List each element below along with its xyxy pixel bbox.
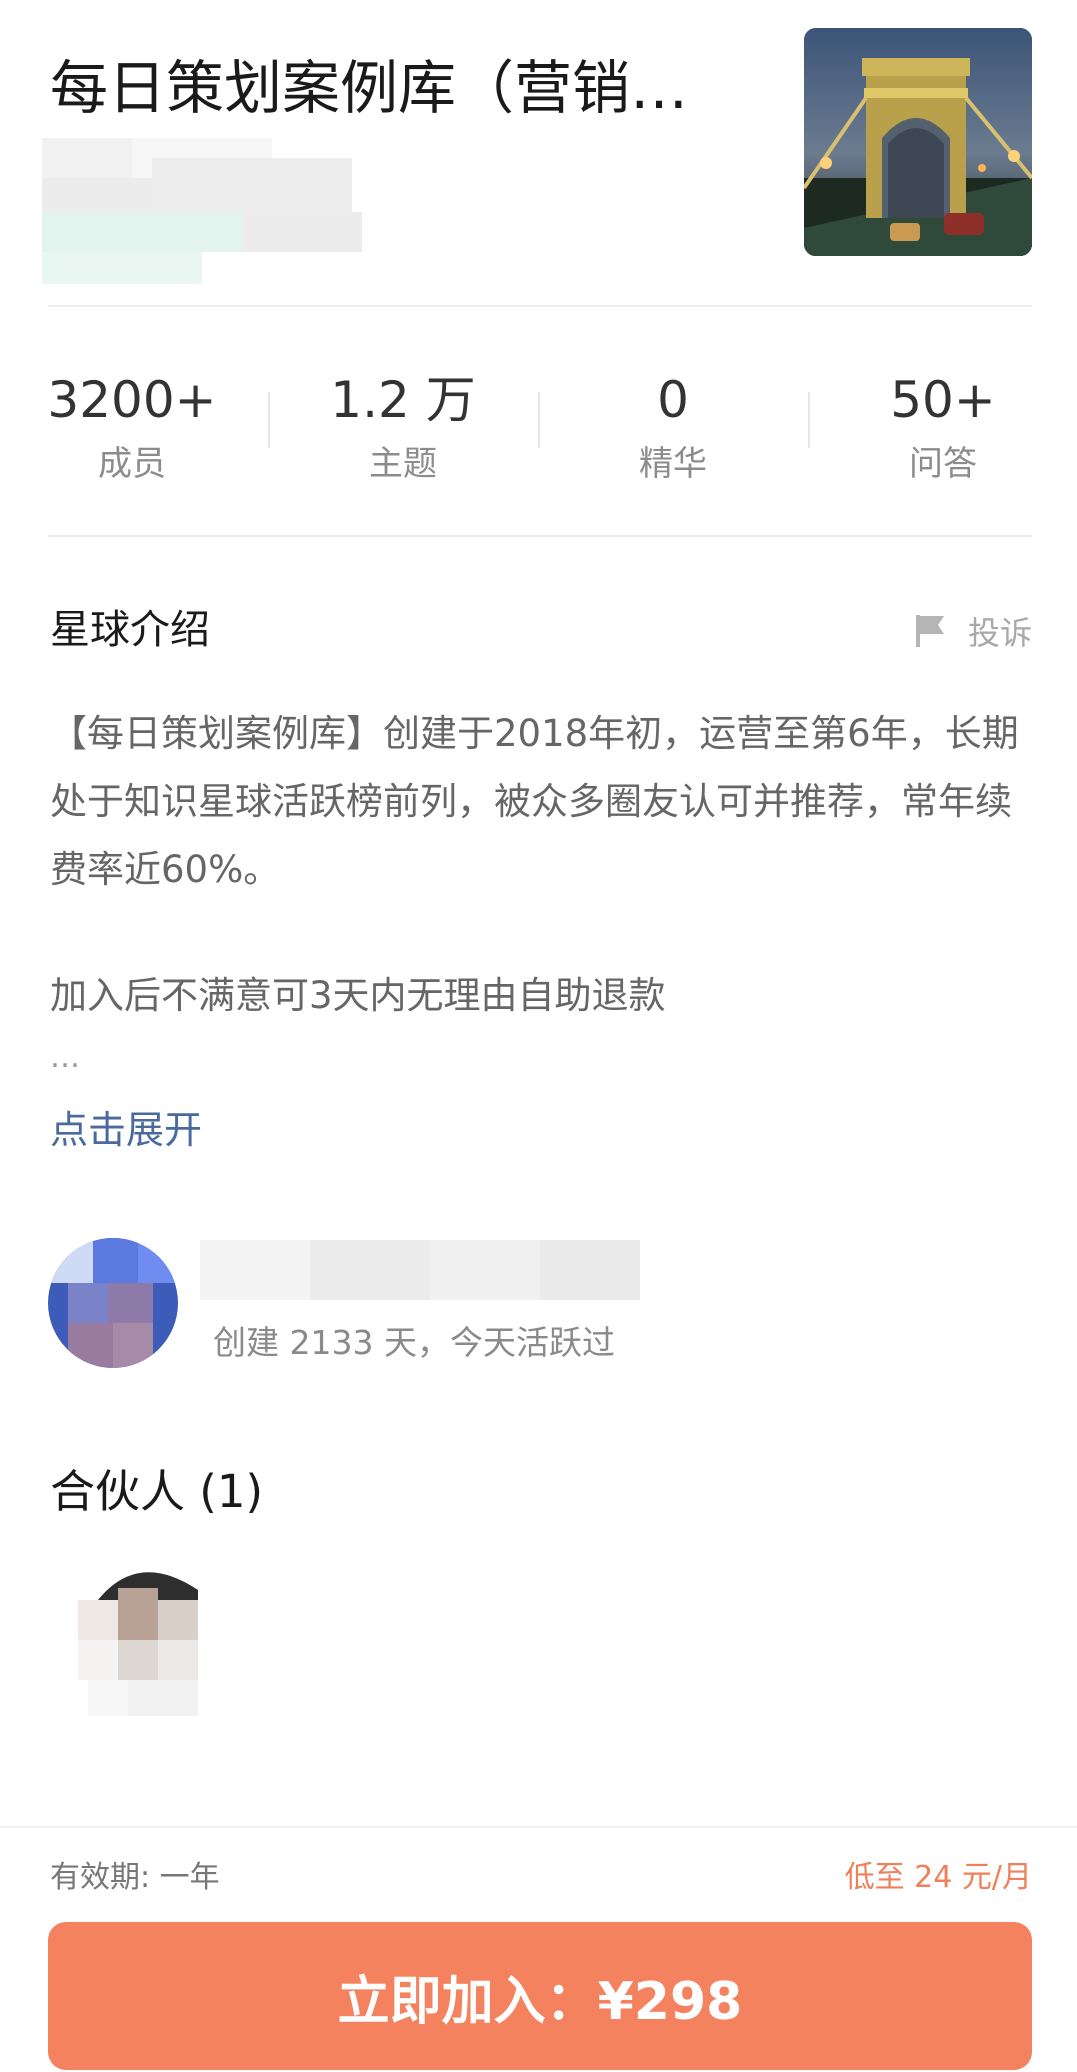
stat-topics[interactable]: 1.2 万 主题 [283, 370, 523, 486]
stat-qa[interactable]: 50+ 问答 [823, 370, 1063, 486]
bottom-bar-divider [0, 1826, 1077, 1828]
stat-separator [268, 392, 270, 448]
join-button[interactable]: 立即加入：¥298 [48, 1922, 1032, 2070]
stat-label: 精华 [639, 444, 707, 484]
stats-divider [48, 535, 1032, 537]
intro-ellipsis: … [50, 1040, 82, 1075]
owner-avatar[interactable] [48, 1238, 178, 1368]
stat-label: 主题 [369, 444, 437, 484]
group-intro-page: 每日策划案例库（营销… 3200+ 成员 1.2 万 主题 0 精华 50+ 问… [0, 0, 1077, 2072]
flag-icon [915, 615, 944, 647]
stat-separator [808, 392, 810, 448]
stat-value: 1.2 万 [330, 371, 476, 429]
intro-text: 【每日策划案例库】创建于2018年初，运营至第6年，长期处于知识星球活跃榜前列，… [50, 700, 1040, 1030]
monthly-price-note: 低至 24 元/月 [844, 1860, 1032, 1895]
partners-title: 合伙人 (1) [50, 1465, 264, 1518]
stat-value: 0 [657, 371, 689, 429]
report-button[interactable]: 投诉 [914, 608, 1032, 654]
group-cover-image[interactable] [804, 28, 1032, 256]
partner-avatar[interactable] [78, 1560, 203, 1720]
expand-link[interactable]: 点击展开 [50, 1100, 202, 1160]
stat-members[interactable]: 3200+ 成员 [12, 370, 252, 486]
report-label: 投诉 [967, 614, 1032, 652]
stat-featured[interactable]: 0 精华 [553, 370, 793, 486]
intro-paragraph: 加入后不满意可3天内无理由自助退款 [50, 974, 666, 1017]
owner-created-info: 创建 2133 天，今天活跃过 [213, 1323, 615, 1362]
intro-paragraph: 【每日策划案例库】创建于2018年初，运营至第6年，长期处于知识星球活跃榜前列，… [50, 712, 1019, 891]
blurred-owner-name [200, 1240, 640, 1300]
stat-value: 50+ [890, 371, 996, 429]
stat-label: 问答 [909, 444, 977, 484]
bridge-photo [804, 28, 1032, 256]
header-divider [48, 305, 1032, 307]
blurred-owner-info [42, 138, 362, 284]
group-title: 每日策划案例库（营销… [50, 54, 689, 122]
blurred-avatar [48, 1238, 178, 1368]
stat-label: 成员 [98, 444, 166, 484]
intro-section-title: 星球介绍 [50, 607, 210, 653]
validity-text: 有效期: 一年 [50, 1860, 220, 1895]
stat-separator [538, 392, 540, 448]
blurred-avatar [78, 1572, 198, 1716]
stat-value: 3200+ [47, 371, 217, 429]
